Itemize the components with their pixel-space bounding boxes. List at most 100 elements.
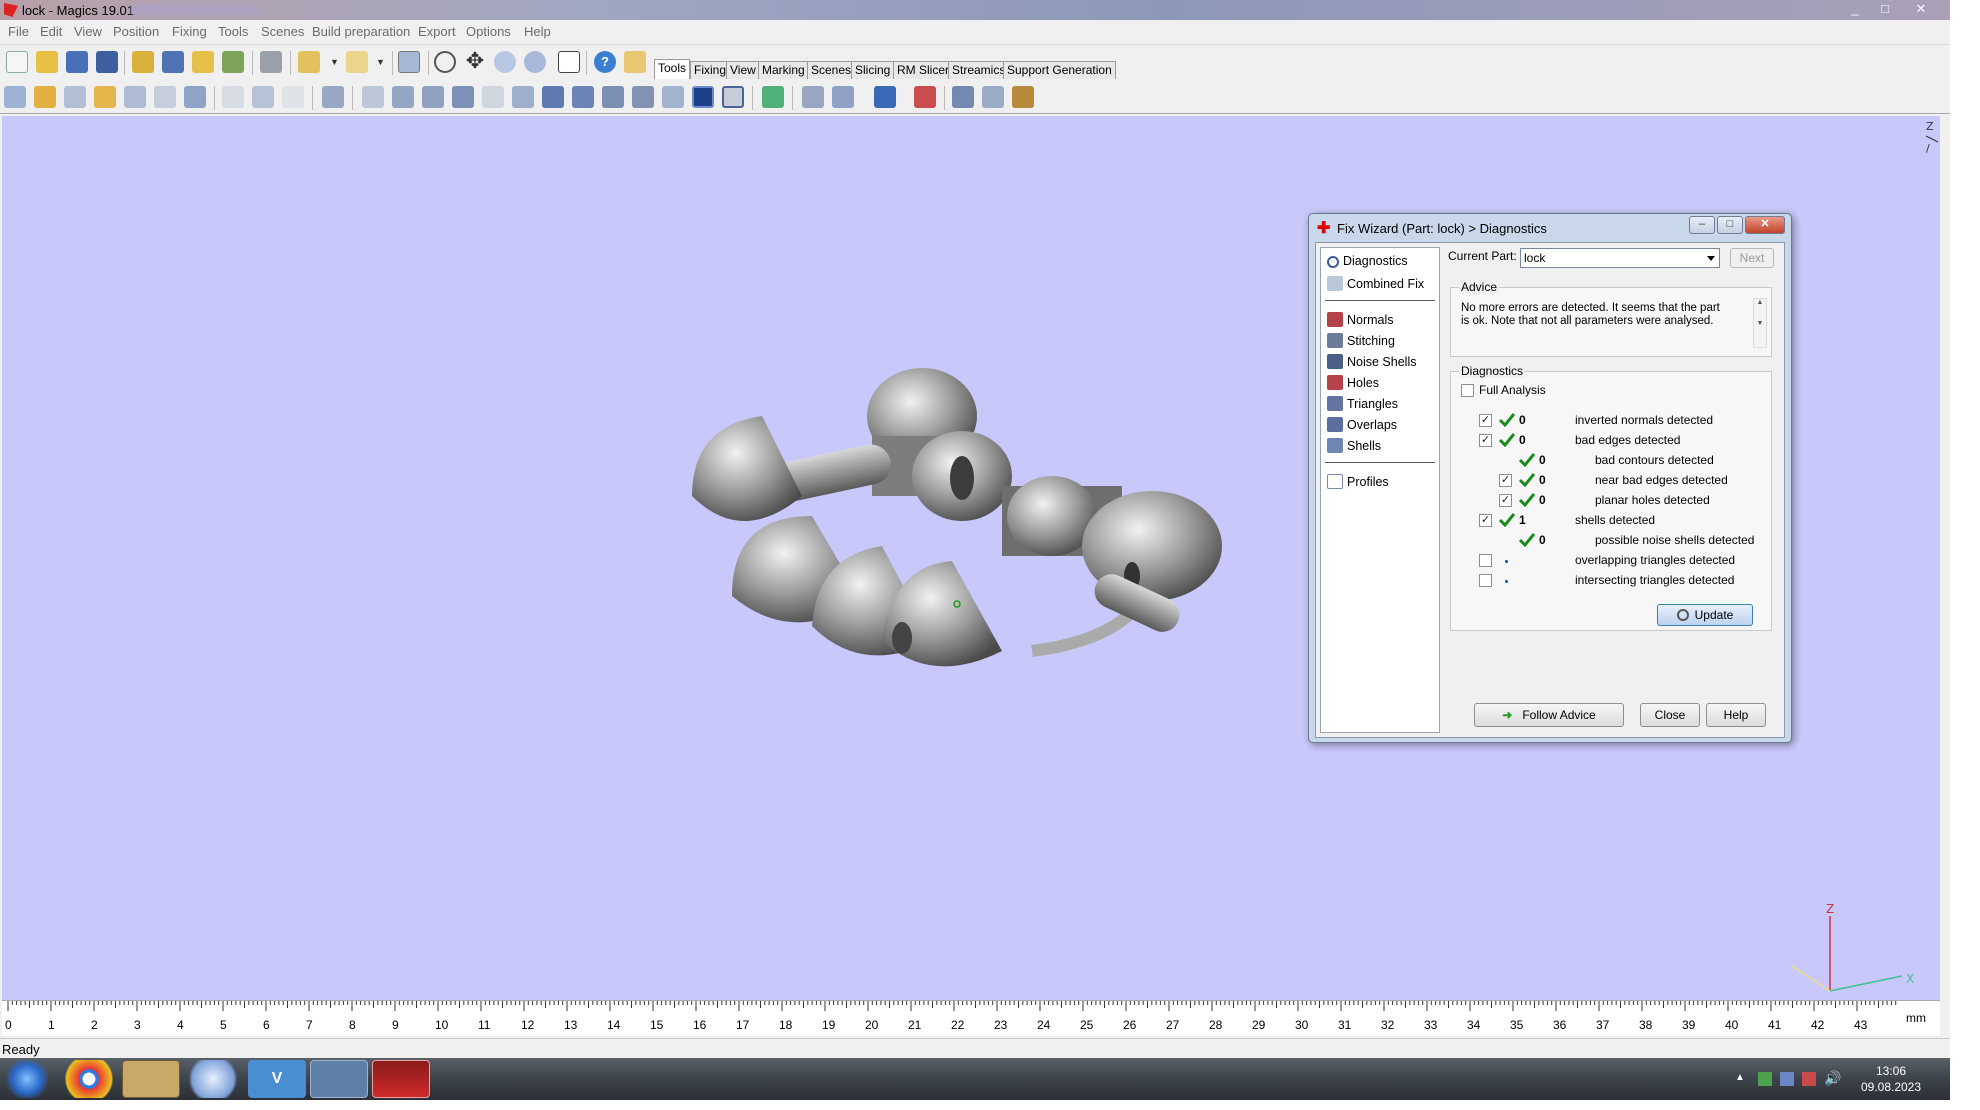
print-icon[interactable] [260,51,282,73]
flag-tray-icon[interactable] [1802,1072,1816,1086]
screen-capture-taskbar-icon[interactable] [310,1060,368,1098]
context-help-icon[interactable] [624,51,646,73]
move-icon[interactable] [34,86,56,108]
view-right-icon[interactable] [452,86,474,108]
cut-icon[interactable] [222,86,244,108]
settings-icon[interactable] [952,86,974,108]
transparent-view-icon[interactable] [722,86,744,108]
close-window-button[interactable]: ✕ [1908,0,1934,18]
current-part-select[interactable]: lock [1520,248,1720,268]
solid-view-icon[interactable] [692,86,714,108]
view-front-icon[interactable] [362,86,384,108]
tray-expand-icon[interactable]: ▲ [1735,1072,1745,1083]
save-as-icon[interactable] [96,51,118,73]
chrome-taskbar-icon[interactable] [60,1060,118,1098]
copy-icon[interactable] [252,86,274,108]
tab-view[interactable]: View [726,61,760,79]
display-tray-icon[interactable] [1780,1072,1794,1086]
build-icon[interactable] [874,86,896,108]
duplicate-icon[interactable] [154,86,176,108]
explorer-taskbar-icon[interactable] [122,1060,180,1098]
next-button[interactable]: Next [1730,248,1774,268]
shaded-icon[interactable] [602,86,624,108]
full-analysis-checkbox[interactable] [1461,384,1474,397]
menu-edit[interactable]: Edit [40,24,62,39]
new-file-icon[interactable] [6,51,28,73]
nav-triangles[interactable]: Triangles [1327,396,1398,411]
volume-tray-icon[interactable]: 🔊 [1824,1070,1841,1087]
tab-marking[interactable]: Marking [758,61,809,79]
zoom-icon[interactable] [494,51,516,73]
menu-tools[interactable]: Tools [218,24,248,39]
view-perspective-icon[interactable] [572,86,594,108]
nav-normals[interactable]: Normals [1327,312,1394,327]
planar-holes-checkbox[interactable]: ✓ [1499,494,1512,507]
tab-rm-slicer[interactable]: RM Slicer [893,61,954,79]
dialog-minimize-button[interactable]: – [1689,216,1715,234]
update-button[interactable]: Update [1657,604,1753,626]
zoom-window-icon[interactable] [524,51,546,73]
rotate-view-icon[interactable] [434,51,456,73]
help-button[interactable]: Help [1706,703,1766,727]
nav-stitching[interactable]: Stitching [1327,333,1395,348]
menu-file[interactable]: File [8,24,29,39]
redo-dropdown-icon[interactable]: ▼ [376,51,386,73]
split-view-icon[interactable] [762,86,784,108]
rescale-icon[interactable] [94,86,116,108]
translate-icon[interactable] [4,86,26,108]
near-bad-edges-checkbox[interactable]: ✓ [1499,474,1512,487]
nav-overlaps[interactable]: Overlaps [1327,417,1397,432]
select-icon[interactable] [398,51,420,73]
magics-taskbar-icon[interactable] [372,1060,430,1098]
paste-icon[interactable] [282,86,304,108]
view-iso-icon[interactable] [542,86,564,108]
menu-build-preparation[interactable]: Build preparation [312,24,410,39]
view-left-icon[interactable] [422,86,444,108]
bad-edges-checkbox[interactable]: ✓ [1479,434,1492,447]
menu-position[interactable]: Position [113,24,159,39]
inverted-normals-checkbox[interactable]: ✓ [1479,414,1492,427]
unload-part-icon[interactable] [222,51,244,73]
menu-scenes[interactable]: Scenes [261,24,304,39]
close-button[interactable]: Close [1640,703,1700,727]
shells-checkbox[interactable]: ✓ [1479,514,1492,527]
load-scene-icon[interactable] [192,51,214,73]
undo-dropdown-icon[interactable]: ▼ [330,51,340,73]
align-icon[interactable] [184,86,206,108]
import-part-icon[interactable] [132,51,154,73]
intersecting-triangles-checkbox[interactable] [1479,574,1492,587]
tab-tools[interactable]: Tools [654,59,691,79]
report-icon[interactable] [1012,86,1034,108]
nav-profiles[interactable]: Profiles [1327,474,1389,489]
lock-part-model[interactable] [632,346,1232,676]
tab-streamics[interactable]: Streamics [948,61,1010,79]
menu-view[interactable]: View [74,24,102,39]
start-button[interactable] [2,1060,52,1098]
follow-advice-button[interactable]: ➜ Follow Advice [1474,703,1624,727]
redo-icon[interactable] [346,51,368,73]
clock-time[interactable]: 13:06 [1856,1064,1926,1078]
clock-date[interactable]: 09.08.2023 [1856,1080,1926,1094]
dialog-close-x-button[interactable]: ✕ [1745,216,1785,234]
overlapping-triangles-checkbox[interactable] [1479,554,1492,567]
view-bottom-icon[interactable] [512,86,534,108]
open-folder-icon[interactable] [36,51,58,73]
part-list-icon[interactable] [322,86,344,108]
tab-scenes[interactable]: Scenes [807,61,856,79]
help-icon[interactable]: ? [594,51,616,73]
nav-combined-fix[interactable]: Combined Fix [1327,276,1424,291]
menu-help[interactable]: Help [524,24,551,39]
pan-icon[interactable]: ✥ [464,50,486,73]
tab-slicing[interactable]: Slicing [851,61,895,79]
dialog-maximize-button[interactable]: □ [1717,216,1743,234]
3d-viewport[interactable]: Z / Z X ✚ Fix Wizard (Part: lock) > Diag… [2,116,1940,1001]
measure-icon[interactable] [558,51,580,73]
nav-noise-shells[interactable]: Noise Shells [1327,354,1416,369]
save-icon[interactable] [66,51,88,73]
section-icon[interactable] [662,86,684,108]
advice-scrollbar[interactable]: ▲ ▼ [1753,298,1767,348]
platform-icon[interactable] [802,86,824,108]
menu-export[interactable]: Export [418,24,456,39]
nav-shells[interactable]: Shells [1327,438,1381,453]
menu-options[interactable]: Options [466,24,511,39]
